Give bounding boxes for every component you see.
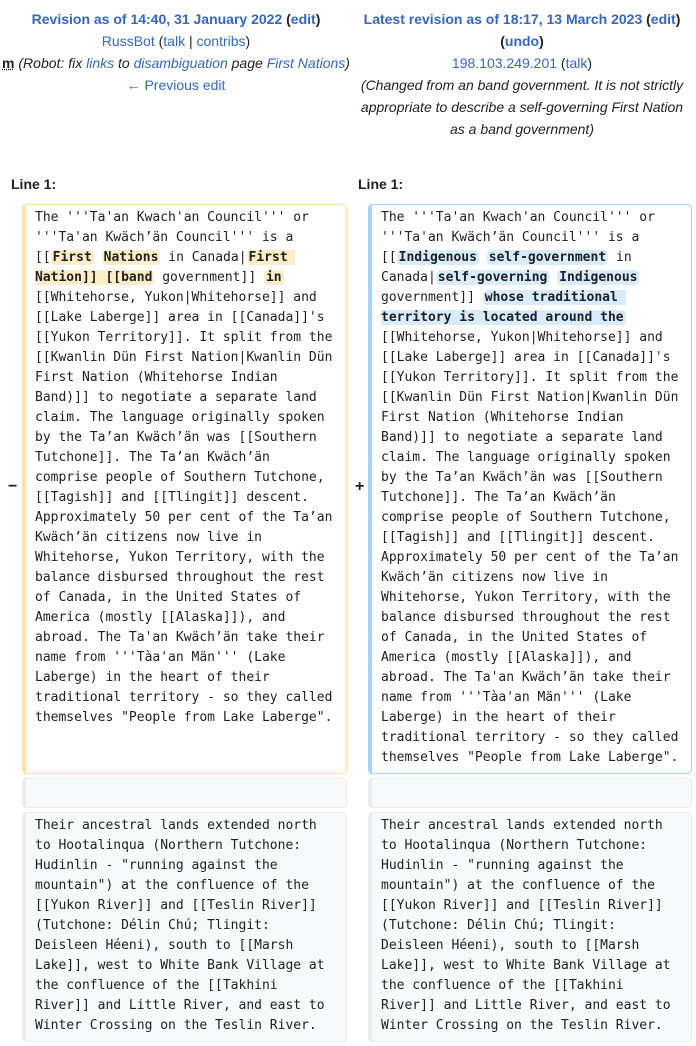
new-revision-title: Latest revision as of 18:17, 13 March 20… (363, 11, 681, 49)
summary-text: page (227, 55, 267, 71)
added-line-box: The '''Ta'an Kwach'an Council''' or '''T… (368, 204, 692, 774)
deleted-line-marker: − (8, 478, 18, 495)
added-word: Indigenous (557, 270, 640, 285)
old-edit-link[interactable]: edit (291, 11, 316, 27)
old-revision-link[interactable]: Revision as of 14:40, 31 January 2022 (32, 11, 283, 27)
diff-text: government]] (154, 270, 264, 285)
new-edit-link[interactable]: edit (651, 11, 676, 27)
line-number-left: Line 1: (11, 176, 57, 192)
added-word: self-governing (435, 270, 550, 285)
summary-text: ) (345, 55, 350, 71)
deleted-word: in (263, 270, 284, 285)
old-talk-link[interactable]: talk (163, 33, 185, 49)
old-revision-title: Revision as of 14:40, 31 January 2022 (e… (31, 11, 321, 27)
deleted-word: Nations (101, 250, 161, 265)
added-word: self-government (486, 250, 609, 265)
new-user-line: 198.103.249.201 (talk) (451, 55, 593, 71)
summary-disambiguation-link[interactable]: disambiguation (134, 55, 228, 71)
added-word: Indigenous (396, 250, 479, 265)
new-user-link[interactable]: 198.103.249.201 (452, 55, 557, 71)
old-user-link[interactable]: RussBot (102, 33, 155, 49)
empty-context-line-right (368, 778, 692, 808)
deleted-line-box: The '''Ta'an Kwach'an Council''' or '''T… (22, 204, 347, 774)
empty-context-line-left (22, 778, 347, 808)
summary-text: (Robot: fix (18, 55, 87, 71)
diff-text: in Canada| (160, 250, 247, 265)
new-talk-link[interactable]: talk (566, 55, 588, 71)
diff-text: [[Whitehorse, Yukon|Whitehorse]] and [[L… (381, 310, 687, 765)
deleted-word: First (50, 250, 94, 265)
old-contribs-link[interactable]: contribs (197, 33, 246, 49)
old-user-line: RussBot (talk | contribs) (101, 33, 251, 49)
line-number-right: Line 1: (358, 176, 404, 192)
old-revision-header: Revision as of 14:40, 31 January 2022 (e… (0, 8, 352, 96)
new-revision-header: Latest revision as of 18:17, 13 March 20… (352, 8, 692, 140)
summary-text: to (114, 55, 134, 71)
undo-link[interactable]: undo (505, 33, 539, 49)
summary-first-nations-link[interactable]: First Nations (267, 55, 346, 71)
diff-text: [[Whitehorse, Yukon|Whitehorse]] and [[L… (35, 270, 341, 725)
old-edit-summary: m (Robot: fix links to disambiguation pa… (0, 52, 352, 74)
previous-edit-link[interactable]: ← Previous edit (127, 77, 226, 93)
new-revision-link[interactable]: Latest revision as of 18:17, 13 March 20… (364, 11, 643, 27)
summary-links-link[interactable]: links (86, 55, 114, 71)
context-line-left: Their ancestral lands extended north to … (22, 812, 347, 1042)
added-line-marker: + (355, 478, 365, 495)
new-edit-summary: (Changed from an band government. It is … (360, 77, 684, 137)
minor-edit-flag: m (2, 55, 15, 71)
context-line-right: Their ancestral lands extended north to … (368, 812, 692, 1042)
